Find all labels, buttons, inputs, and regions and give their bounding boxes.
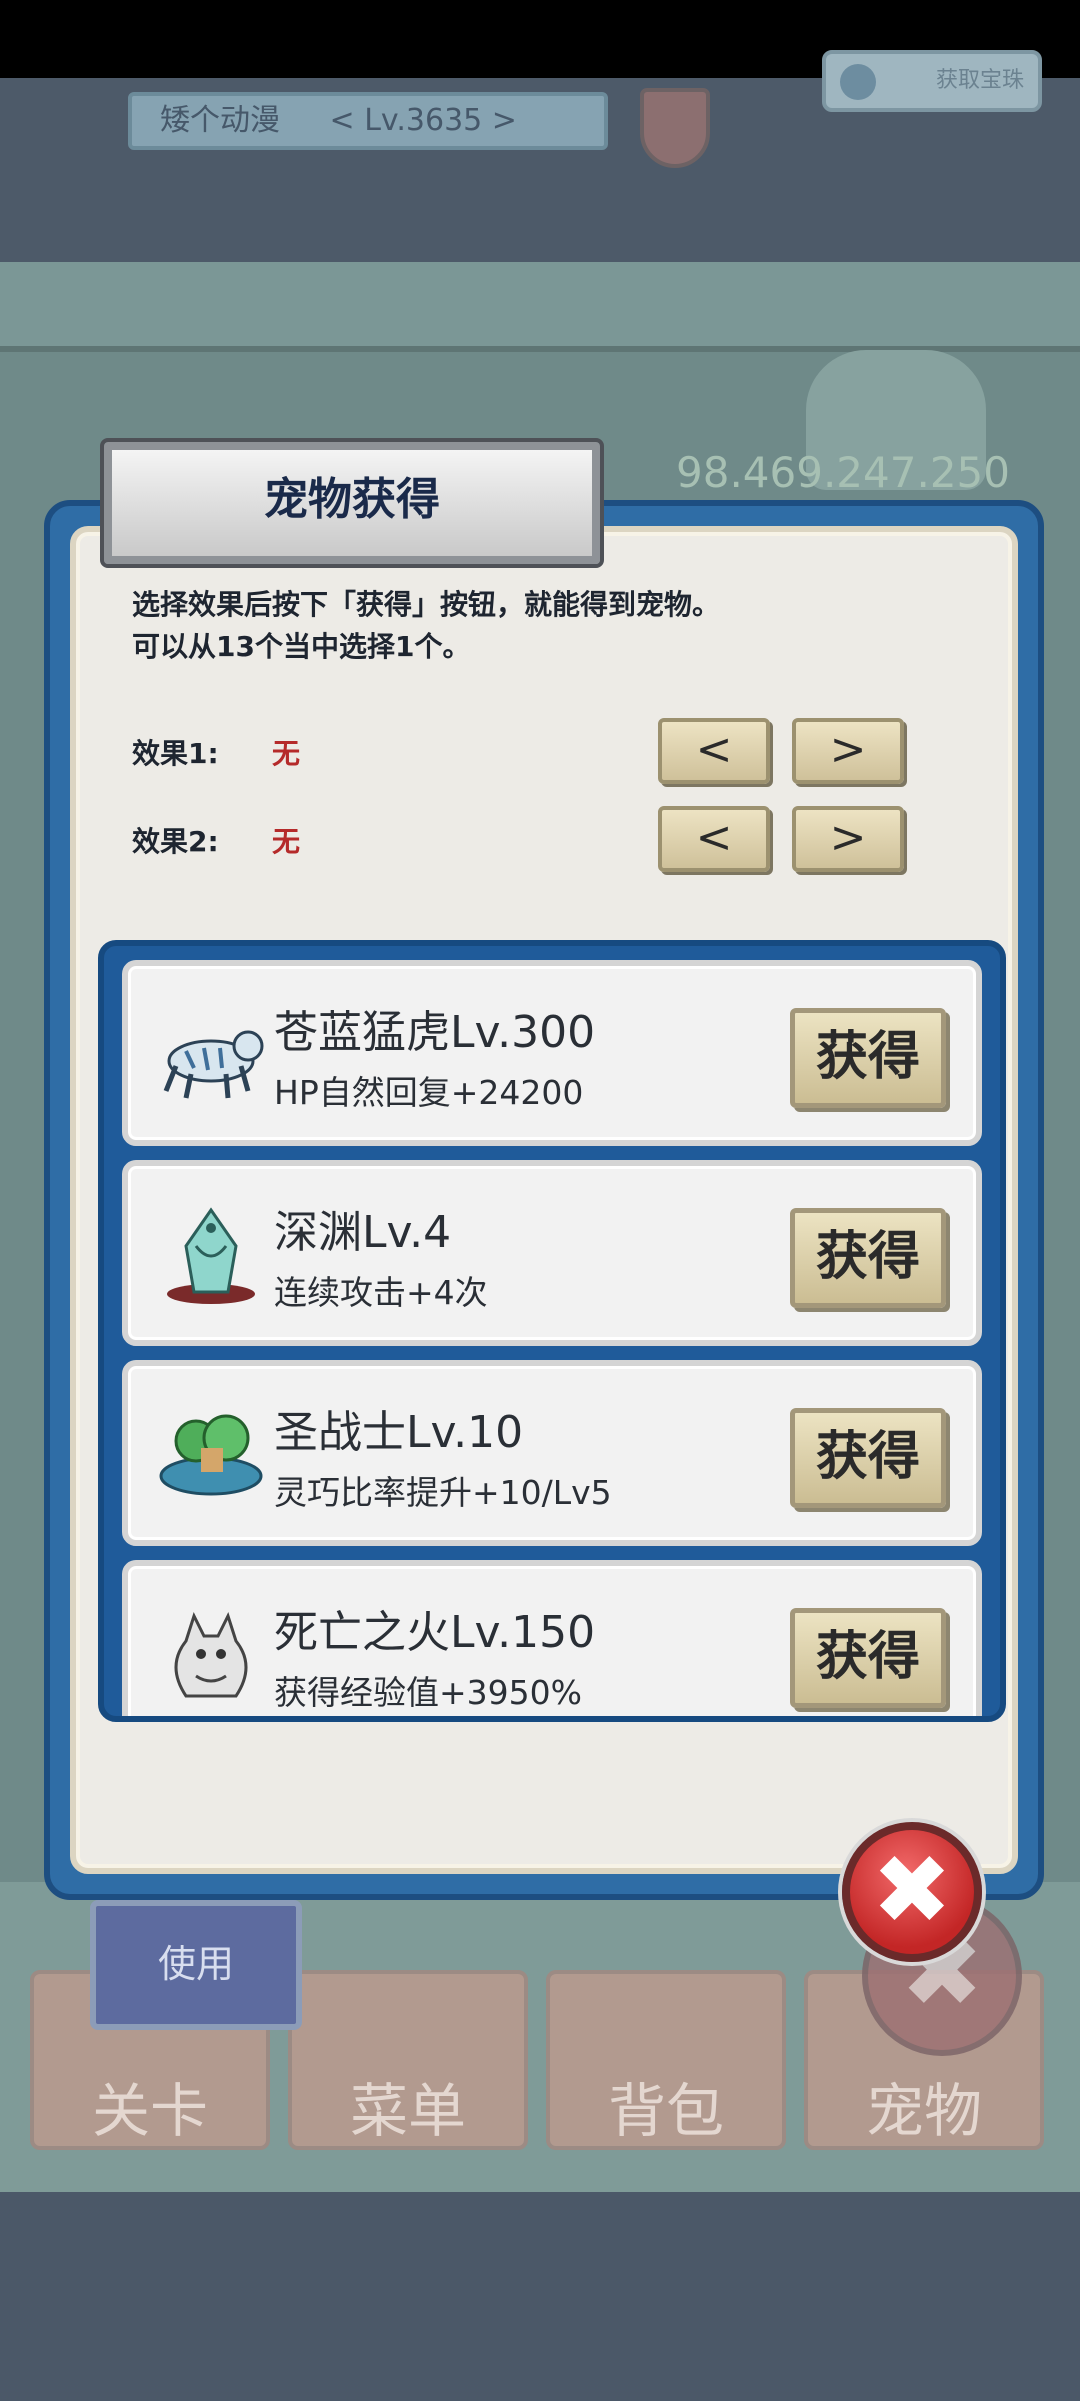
description-line-2: 可以从13个当中选择1个。 [132, 630, 471, 663]
effect-1-value: 无 [272, 737, 301, 770]
effect-2-label: 效果2: [132, 825, 219, 858]
pet-card: 圣战士Lv.10 灵巧比率提升+10/Lv5 获得 [122, 1360, 982, 1546]
pet-name: 深渊Lv.4 [274, 1207, 452, 1258]
holy-warrior-icon [159, 1414, 263, 1496]
dialog-description: 选择效果后按下「获得」按钮，就能得到宠物。 可以从13个当中选择1个。 [132, 584, 952, 668]
effect-1-prev-button[interactable]: < [658, 718, 770, 784]
blue-tiger-icon [163, 1030, 264, 1099]
pet-effect: HP自然回复+24200 [274, 1073, 584, 1112]
pet-effect: 连续攻击+4次 [274, 1273, 488, 1312]
tab-menu[interactable]: 菜单 [288, 1970, 528, 2150]
pet-name: 圣战士Lv.10 [274, 1407, 524, 1458]
effect-1-next-button[interactable]: > [792, 718, 904, 784]
effect-2-next-button[interactable]: > [792, 806, 904, 872]
pet-list[interactable]: 苍蓝猛虎Lv.300 HP自然回复+24200 获得 深渊Lv.4 连续攻击+4… [98, 940, 1006, 1722]
get-pet-button[interactable]: 获得 [790, 1208, 946, 1308]
effect-1-label: 效果1: [132, 737, 219, 770]
player-level: < Lv.3635 > [329, 103, 517, 138]
get-gem-button[interactable]: 获取宝珠 [822, 50, 1042, 112]
player-info-panel: 矮个动漫 < Lv.3635 > [128, 92, 608, 150]
game-top-bar [0, 262, 1080, 352]
description-line-1: 选择效果后按下「获得」按钮，就能得到宠物。 [132, 588, 721, 621]
dialog-title: 宠物获得 [264, 474, 440, 525]
effect-1-row: 效果1: 无 < > [132, 718, 982, 788]
abyss-dragon-icon [167, 1207, 255, 1304]
effect-2-prev-button[interactable]: < [658, 806, 770, 872]
get-pet-button[interactable]: 获得 [790, 1008, 946, 1108]
pet-name: 苍蓝猛虎Lv.300 [274, 1007, 596, 1058]
system-nav-area [0, 2192, 1080, 2401]
pet-effect: 灵巧比率提升+10/Lv5 [274, 1473, 612, 1512]
death-fire-icon [174, 1612, 248, 1698]
use-button[interactable]: 使用 [90, 1900, 302, 2030]
pet-card: 苍蓝猛虎Lv.300 HP自然回复+24200 获得 [122, 960, 982, 1146]
pet-card: 深渊Lv.4 连续攻击+4次 获得 [122, 1160, 982, 1346]
tab-backpack[interactable]: 背包 [546, 1970, 786, 2150]
player-name: 矮个动漫 [160, 103, 280, 138]
gem-icon [840, 64, 876, 100]
get-pet-button[interactable]: 获得 [790, 1408, 946, 1508]
pet-name: 死亡之火Lv.150 [274, 1607, 596, 1658]
effect-2-row: 效果2: 无 < > [132, 806, 982, 876]
effect-2-value: 无 [272, 825, 301, 858]
dialog-title-plate: 宠物获得 [100, 438, 604, 568]
pet-effect: 获得经验值+3950% [274, 1673, 582, 1712]
gold-amount: 98.469.247.250 [676, 448, 1010, 497]
shield-icon [640, 88, 710, 168]
get-pet-button[interactable]: 获得 [790, 1608, 946, 1708]
pet-card: 死亡之火Lv.150 获得经验值+3950% 获得 [122, 1560, 982, 1716]
close-button[interactable]: ✖ [842, 1822, 982, 1962]
